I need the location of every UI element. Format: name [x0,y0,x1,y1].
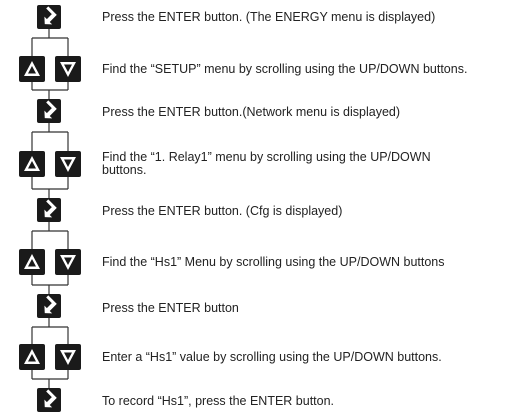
step-text: Press the ENTER button.(Network menu is … [102,105,401,119]
up-arrow-icon [19,344,45,370]
down-arrow-icon [55,249,81,275]
up-arrow-icon [19,151,45,177]
step-text: Press the ENTER button [102,301,239,315]
up-arrow-icon [19,249,45,275]
step-text: Find the “Hs1” Menu by scrolling using t… [102,255,445,269]
enter-button-icon [37,388,61,412]
step-text: Press the ENTER button. (Cfg is displaye… [102,204,343,218]
step-text: Find the “1. Relay1” menu by scrolling u… [102,150,431,177]
enter-button-icon [37,198,61,222]
step-text: To record “Hs1”, press the ENTER button. [102,394,335,408]
enter-button-icon [37,5,61,29]
up-arrow-icon [19,56,45,82]
step-text: Press the ENTER button. (The ENERGY menu… [102,10,436,24]
down-arrow-icon [55,56,81,82]
procedure-flowchart: Press the ENTER button. (The ENERGY menu… [0,0,513,412]
enter-button-icon [37,99,61,123]
enter-button-icon [37,294,61,318]
step-text: Enter a “Hs1” value by scrolling using t… [102,350,442,364]
step-text: Find the “SETUP” menu by scrolling using… [102,62,468,76]
down-arrow-icon [55,344,81,370]
down-arrow-icon [55,151,81,177]
